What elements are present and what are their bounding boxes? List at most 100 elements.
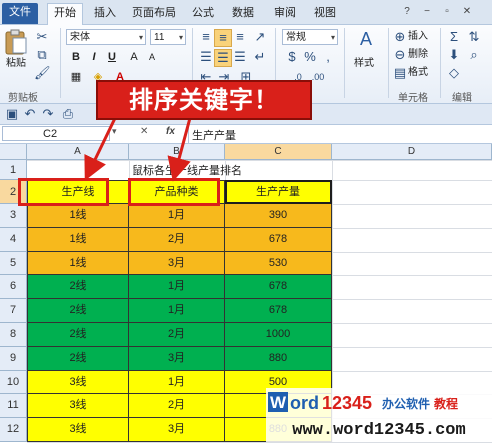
table-cell[interactable]: 3月	[129, 251, 225, 276]
row-header-10[interactable]: 10	[0, 371, 26, 395]
restore-icon[interactable]: ▫	[440, 5, 454, 19]
comma-icon[interactable]: ,	[320, 49, 336, 65]
sheet-title[interactable]: 鼠标各生产线产量排名	[67, 162, 307, 178]
column-header-b[interactable]: B	[129, 144, 225, 159]
table-cell[interactable]: 3月	[129, 418, 225, 442]
minimize-icon[interactable]: −	[420, 5, 434, 19]
table-cell[interactable]: 3线	[27, 418, 129, 442]
table-cell[interactable]: 1线	[27, 227, 129, 252]
cut-icon[interactable]: ✂	[34, 29, 50, 45]
row-header-6[interactable]: 6	[0, 275, 26, 300]
delete-cells-icon[interactable]: ⊖	[392, 47, 408, 63]
table-cell[interactable]: 1月	[129, 370, 225, 395]
tab-home[interactable]: 开始	[47, 3, 83, 25]
underline-icon[interactable]: U	[104, 49, 120, 65]
table-cell[interactable]: 1月	[129, 204, 225, 228]
table-cell[interactable]: 1线	[27, 251, 129, 276]
redo-icon[interactable]: ↷	[40, 106, 56, 122]
table-cell[interactable]: 1000	[225, 323, 332, 347]
table-cell[interactable]: 678	[225, 275, 332, 300]
table-cell[interactable]: 2月	[129, 394, 225, 419]
font-shrink-icon[interactable]: A	[144, 49, 160, 65]
fill-icon[interactable]: ⬇	[446, 47, 462, 63]
tab-formulas[interactable]: 公式	[188, 4, 218, 24]
align-bottom-icon[interactable]: ≡	[232, 29, 248, 45]
row-header-9[interactable]: 9	[0, 347, 26, 371]
select-all-corner[interactable]	[0, 144, 27, 159]
table-cell[interactable]: 3月	[129, 346, 225, 371]
format-cells-icon[interactable]: ▤	[392, 65, 408, 81]
autosum-icon[interactable]: Σ	[446, 29, 462, 45]
column-header-c[interactable]: C	[225, 144, 332, 159]
orientation-icon[interactable]: ↗	[252, 29, 268, 45]
cancel-entry-icon[interactable]: ✕	[140, 126, 148, 137]
row-header-4[interactable]: 4	[0, 228, 26, 252]
align-center-icon[interactable]: ☰	[214, 49, 232, 67]
insert-cells-button[interactable]: 插入	[408, 30, 428, 44]
styles-button[interactable]: A 样式	[350, 29, 384, 85]
table-cell[interactable]: 3线	[27, 370, 129, 395]
save-icon[interactable]: ▣	[4, 106, 20, 122]
tab-view[interactable]: 视图	[310, 4, 340, 24]
table-cell[interactable]: 390	[225, 204, 332, 228]
align-right-icon[interactable]: ☰	[232, 49, 248, 65]
align-middle-icon[interactable]: ≡	[214, 29, 232, 47]
font-size-combo[interactable]: 11 ▾	[150, 29, 186, 45]
delete-cells-button[interactable]: 删除	[408, 48, 428, 62]
help-icon[interactable]: ?	[400, 5, 414, 19]
font-grow-icon[interactable]: A	[126, 49, 142, 65]
column-header-d[interactable]: D	[332, 144, 492, 159]
tab-review[interactable]: 审阅	[270, 4, 300, 24]
number-format-combo[interactable]: 常规 ▾	[282, 29, 338, 45]
insert-function-icon[interactable]: fx	[166, 126, 184, 137]
row-header-11[interactable]: 11	[0, 394, 26, 419]
close-icon[interactable]: ✕	[460, 5, 474, 19]
print-preview-icon[interactable]: ⎙	[60, 106, 76, 122]
table-cell[interactable]: 2线	[27, 275, 129, 300]
table-cell[interactable]: 1线	[27, 204, 129, 228]
table-cell[interactable]: 1月	[129, 275, 225, 300]
table-cell[interactable]: 3线	[27, 394, 129, 419]
header-output[interactable]: 生产产量	[225, 180, 332, 204]
row-header-1[interactable]: 1	[0, 160, 26, 180]
table-cell[interactable]: 678	[225, 299, 332, 323]
table-cell[interactable]: 2线	[27, 299, 129, 323]
sort-filter-icon[interactable]: ⇅	[466, 29, 482, 45]
tab-data[interactable]: 数据	[228, 4, 258, 24]
bold-icon[interactable]: B	[68, 49, 84, 65]
table-cell[interactable]: 678	[225, 227, 332, 252]
formula-input[interactable]: 生产产量	[192, 127, 236, 143]
table-cell[interactable]: 2月	[129, 323, 225, 347]
table-cell[interactable]: 530	[225, 251, 332, 276]
undo-icon[interactable]: ↶	[22, 106, 38, 122]
paste-button[interactable]: 粘贴	[4, 29, 30, 79]
table-cell[interactable]: 880	[225, 346, 332, 371]
clear-icon[interactable]: ◇	[446, 65, 462, 81]
copy-icon[interactable]: ⧉	[34, 47, 50, 63]
tab-insert[interactable]: 插入	[90, 4, 120, 24]
insert-cells-icon[interactable]: ⊕	[392, 29, 408, 45]
tab-page-layout[interactable]: 页面布局	[128, 4, 180, 24]
name-box[interactable]: C2	[2, 126, 110, 141]
table-cell[interactable]: 1月	[129, 299, 225, 323]
row-header-8[interactable]: 8	[0, 323, 26, 347]
table-cell[interactable]: 2线	[27, 323, 129, 347]
align-left-icon[interactable]: ☰	[198, 49, 214, 65]
row-header-5[interactable]: 5	[0, 252, 26, 276]
row-header-12[interactable]: 12	[0, 418, 26, 442]
currency-icon[interactable]: $	[284, 49, 300, 65]
wrap-text-icon[interactable]: ↵	[252, 49, 268, 65]
italic-icon[interactable]: I	[86, 49, 102, 65]
table-cell[interactable]: 2线	[27, 346, 129, 371]
format-painter-icon[interactable]: 🖌	[34, 65, 51, 81]
name-box-dropdown-icon[interactable]: ▾	[112, 126, 117, 137]
border-icon[interactable]: ▦	[68, 69, 84, 85]
decrease-decimal-icon[interactable]: .00	[310, 69, 326, 85]
table-cell[interactable]: 2月	[129, 227, 225, 252]
row-header-3[interactable]: 3	[0, 204, 26, 228]
column-header-a[interactable]: A	[27, 144, 129, 159]
font-name-combo[interactable]: 宋体 ▾	[66, 29, 146, 45]
percent-icon[interactable]: %	[302, 49, 318, 65]
tab-file[interactable]: 文件	[2, 3, 38, 24]
find-select-icon[interactable]: ⌕	[466, 47, 482, 63]
